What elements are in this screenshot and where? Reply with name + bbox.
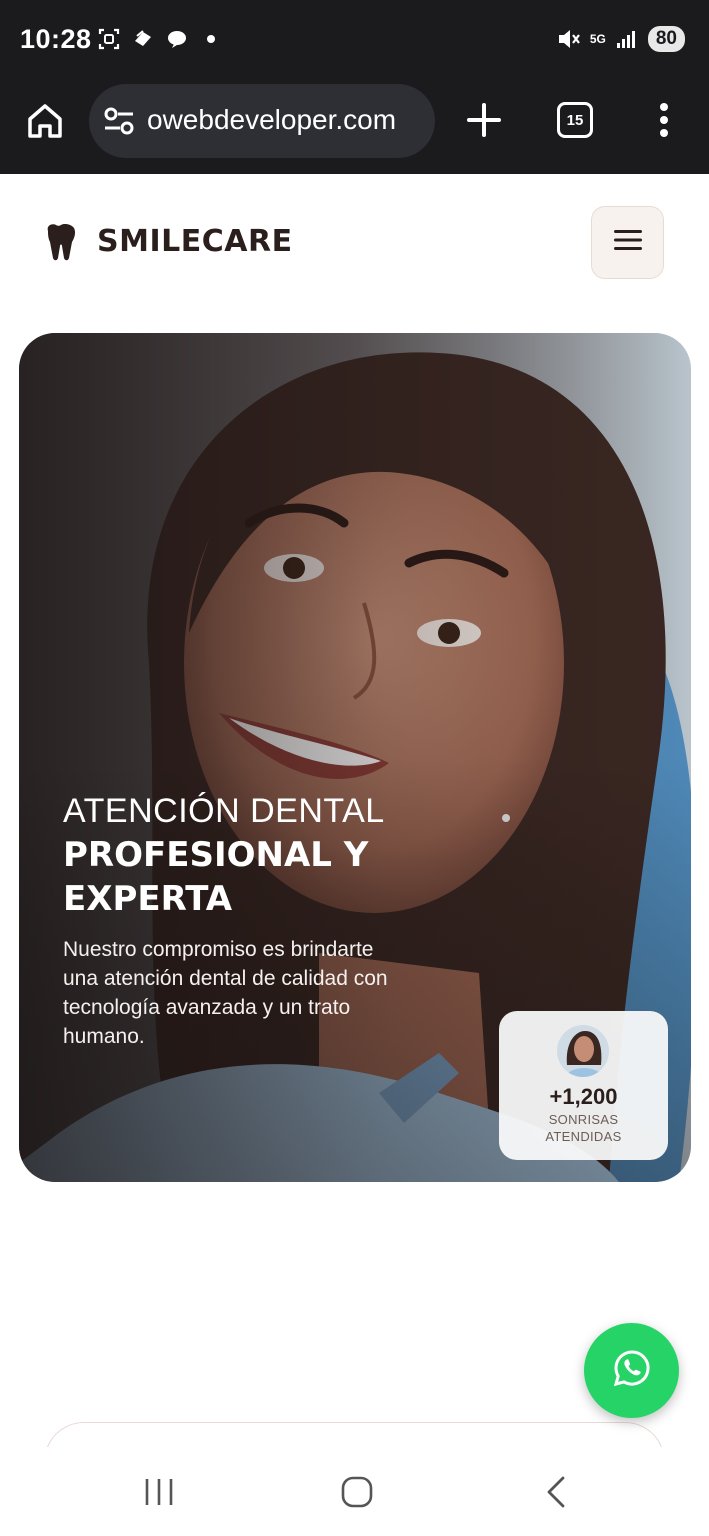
system-navigation-bar [0, 1447, 709, 1536]
stat-number: +1,200 [549, 1084, 618, 1109]
site-settings-icon[interactable] [103, 106, 135, 136]
stats-card: +1,200 SONRISAS ATENDIDAS [499, 1011, 668, 1160]
hero-title-bold-2: EXPERTA [63, 879, 233, 919]
status-system-icons: 5G 80 [556, 26, 685, 52]
recents-icon[interactable] [142, 1477, 176, 1507]
stat-label-line-1: SONRISAS [548, 1112, 619, 1127]
layers-app-icon [130, 26, 156, 52]
chat-bubble-icon [164, 26, 190, 52]
hamburger-icon [613, 228, 643, 257]
notification-dot-icon [198, 26, 224, 52]
whatsapp-button[interactable] [584, 1323, 679, 1418]
status-notification-icons [96, 26, 224, 52]
home-icon[interactable] [24, 100, 66, 142]
tab-switcher-icon[interactable]: 15 [557, 102, 593, 138]
hero-title-bold-1: PROFESIONAL Y [63, 835, 369, 875]
browser-toolbar: owebdeveloper.com 15 [0, 82, 709, 174]
hero-description: Nuestro compromiso es brindarte una aten… [63, 938, 388, 1048]
tooth-icon [44, 223, 78, 261]
address-bar[interactable]: owebdeveloper.com [89, 84, 435, 158]
network-type-icon: 5G [589, 31, 606, 46]
status-bar: 10:28 5G 80 [0, 0, 709, 82]
site-header: SMILECARE [0, 174, 709, 314]
menu-button[interactable] [591, 206, 664, 279]
avatar [557, 1025, 609, 1077]
brand-name[interactable]: SMILECARE [97, 224, 293, 259]
status-time: 10:28 [20, 24, 92, 54]
hero-card: ATENCIÓN DENTAL PROFESIONAL Y EXPERTA Nu… [19, 333, 691, 1182]
stat-label-line-2: ATENDIDAS [545, 1129, 622, 1144]
url-text: owebdeveloper.com [147, 104, 397, 135]
hero-title-light: ATENCIÓN DENTAL [63, 792, 385, 830]
nav-home-icon[interactable] [340, 1475, 374, 1509]
whatsapp-icon [612, 1348, 652, 1393]
screenshot-icon [96, 26, 122, 52]
battery-indicator: 80 [647, 26, 685, 52]
back-icon[interactable] [543, 1475, 569, 1509]
new-tab-icon[interactable] [464, 100, 504, 140]
hero-text-block: ATENCIÓN DENTAL PROFESIONAL Y EXPERTA Nu… [63, 789, 403, 1051]
stat-label: SONRISAS ATENDIDAS [499, 1111, 668, 1145]
signal-icon [614, 26, 640, 52]
mute-icon [556, 26, 582, 52]
overflow-menu-icon[interactable] [652, 100, 676, 140]
